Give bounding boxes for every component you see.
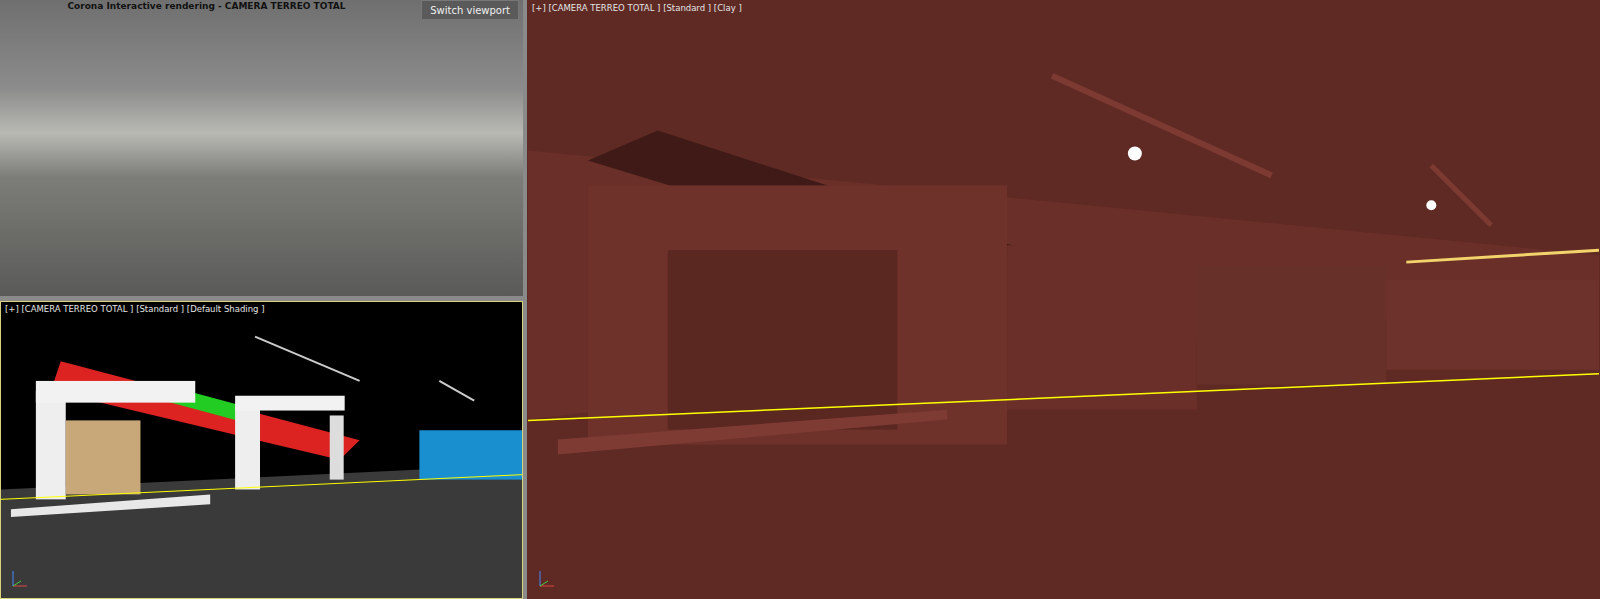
viewport-label[interactable]: [+] [CAMERA TERREO TOTAL ] [Standard ] [… — [5, 304, 264, 314]
render-title: Corona Interactive rendering - CAMERA TE… — [0, 1, 413, 11]
shaded-viewport[interactable]: [+] [CAMERA TERREO TOTAL ] [Standard ] [… — [0, 301, 523, 599]
axis-gizmo-icon — [536, 568, 558, 590]
render-frame: Corona Interactive rendering - CAMERA TE… — [0, 0, 523, 296]
shaded-scene[interactable] — [1, 302, 522, 598]
right-column: [+] [CAMERA TERREO TOTAL ] [Standard ] [… — [527, 0, 1600, 599]
app-window: Corona Interactive rendering - CAMERA TE… — [0, 0, 1600, 599]
clay-viewport[interactable]: [+] [CAMERA TERREO TOTAL ] [Standard ] [… — [527, 0, 1600, 599]
viewport-label[interactable]: [+] [CAMERA TERREO TOTAL ] [Standard ] [… — [532, 3, 742, 13]
switch-viewport-button[interactable]: Switch viewport — [421, 0, 519, 20]
clay-scene[interactable] — [528, 1, 1599, 598]
left-column: Corona Interactive rendering - CAMERA TE… — [0, 0, 523, 599]
axis-gizmo-icon — [9, 568, 31, 590]
